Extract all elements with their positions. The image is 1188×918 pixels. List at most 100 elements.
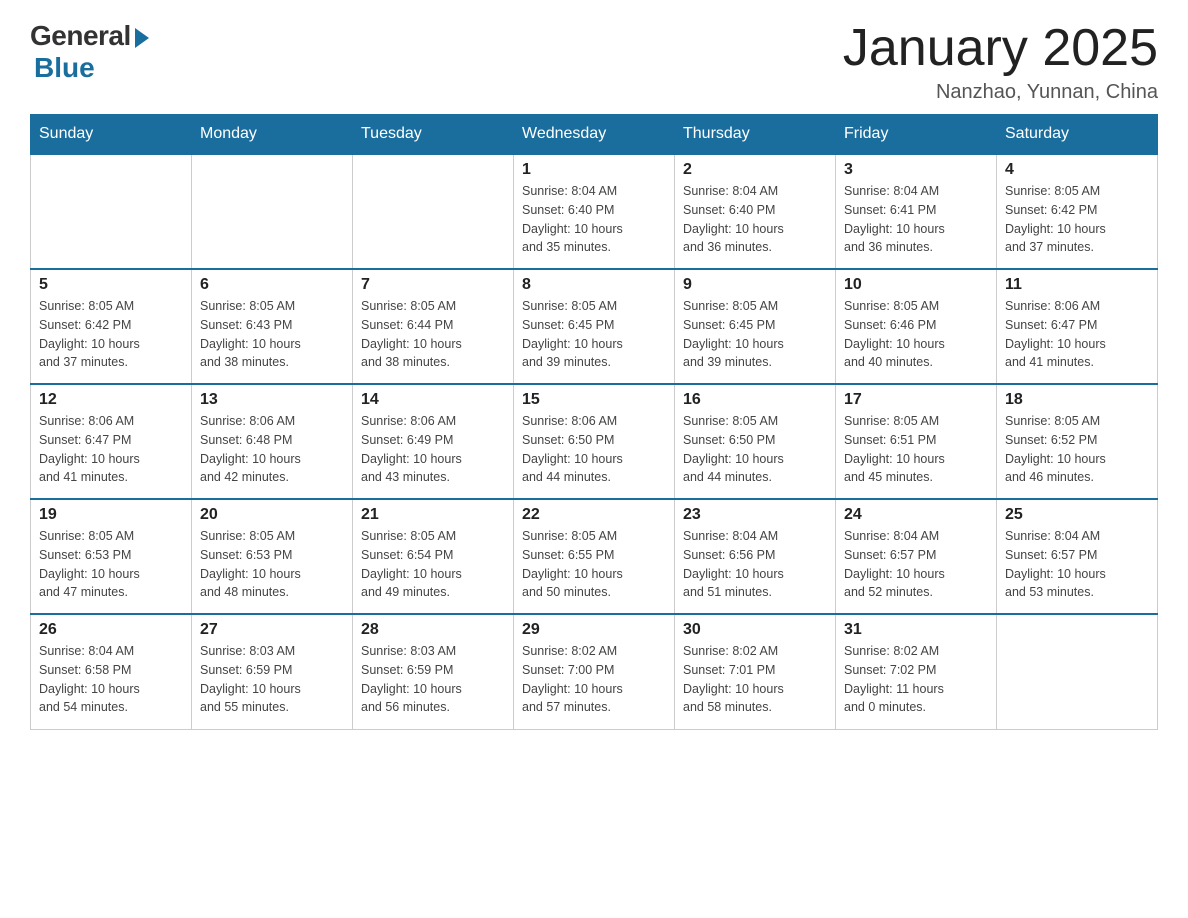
- day-number: 31: [844, 621, 988, 639]
- title-section: January 2025 Nanzhao, Yunnan, China: [843, 20, 1158, 104]
- logo-general-text: General: [30, 20, 131, 52]
- logo-arrow-icon: [135, 28, 149, 48]
- day-number: 5: [39, 276, 183, 294]
- calendar-cell: 7 Sunrise: 8:05 AM Sunset: 6:44 PM Daylig…: [353, 269, 514, 384]
- day-number: 24: [844, 506, 988, 524]
- calendar-cell: 4 Sunrise: 8:05 AM Sunset: 6:42 PM Daylig…: [997, 154, 1158, 269]
- day-number: 9: [683, 276, 827, 294]
- calendar-cell: 11Sunrise: 8:06 AM Sunset: 6:47 PM Dayli…: [997, 269, 1158, 384]
- weekday-header-friday: Friday: [836, 115, 997, 155]
- day-info: Sunrise: 8:04 AM Sunset: 6:57 PM Dayligh…: [1005, 527, 1149, 602]
- logo-blue-text: Blue: [34, 52, 95, 84]
- calendar-cell: [192, 154, 353, 269]
- day-number: 16: [683, 391, 827, 409]
- calendar-cell: 14 Sunrise: 8:06 AM Sunset: 6:49 PM Dayli…: [353, 384, 514, 499]
- calendar-cell: 26 Sunrise: 8:04 AM Sunset: 6:58 PM Dayli…: [31, 614, 192, 729]
- day-number: 18: [1005, 391, 1149, 409]
- day-number: 26: [39, 621, 183, 639]
- day-info: Sunrise: 8:05 AM Sunset: 6:43 PM Dayligh…: [200, 297, 344, 372]
- calendar-header-row: SundayMondayTuesdayWednesdayThursdayFrid…: [31, 115, 1158, 155]
- day-number: 22: [522, 506, 666, 524]
- day-info: Sunrise: 8:05 AM Sunset: 6:52 PM Dayligh…: [1005, 412, 1149, 487]
- day-info: Sunrise: 8:06 AM Sunset: 6:47 PM Dayligh…: [39, 412, 183, 487]
- calendar-cell: 8Sunrise: 8:05 AM Sunset: 6:45 PM Daylig…: [514, 269, 675, 384]
- day-number: 6: [200, 276, 344, 294]
- day-info: Sunrise: 8:04 AM Sunset: 6:56 PM Dayligh…: [683, 527, 827, 602]
- calendar-cell: 12 Sunrise: 8:06 AM Sunset: 6:47 PM Dayli…: [31, 384, 192, 499]
- day-number: 2: [683, 161, 827, 179]
- day-info: Sunrise: 8:04 AM Sunset: 6:41 PM Dayligh…: [844, 182, 988, 257]
- calendar-cell: 24 Sunrise: 8:04 AM Sunset: 6:57 PM Dayli…: [836, 499, 997, 614]
- calendar-cell: 22 Sunrise: 8:05 AM Sunset: 6:55 PM Dayli…: [514, 499, 675, 614]
- calendar-cell: 9 Sunrise: 8:05 AM Sunset: 6:45 PM Daylig…: [675, 269, 836, 384]
- day-info: Sunrise: 8:02 AM Sunset: 7:00 PM Dayligh…: [522, 642, 666, 717]
- calendar-cell: 19Sunrise: 8:05 AM Sunset: 6:53 PM Dayli…: [31, 499, 192, 614]
- day-number: 13: [200, 391, 344, 409]
- calendar-cell: 20 Sunrise: 8:05 AM Sunset: 6:53 PM Dayli…: [192, 499, 353, 614]
- calendar-cell: 27 Sunrise: 8:03 AM Sunset: 6:59 PM Dayli…: [192, 614, 353, 729]
- day-info: Sunrise: 8:04 AM Sunset: 6:58 PM Dayligh…: [39, 642, 183, 717]
- weekday-header-thursday: Thursday: [675, 115, 836, 155]
- day-number: 10: [844, 276, 988, 294]
- day-info: Sunrise: 8:05 AM Sunset: 6:44 PM Dayligh…: [361, 297, 505, 372]
- day-info: Sunrise: 8:05 AM Sunset: 6:45 PM Dayligh…: [683, 297, 827, 372]
- day-info: Sunrise: 8:05 AM Sunset: 6:53 PM Dayligh…: [200, 527, 344, 602]
- day-info: Sunrise: 8:05 AM Sunset: 6:46 PM Dayligh…: [844, 297, 988, 372]
- calendar-cell: 23 Sunrise: 8:04 AM Sunset: 6:56 PM Dayli…: [675, 499, 836, 614]
- day-number: 8: [522, 276, 666, 294]
- calendar-cell: 13 Sunrise: 8:06 AM Sunset: 6:48 PM Dayli…: [192, 384, 353, 499]
- day-info: Sunrise: 8:05 AM Sunset: 6:54 PM Dayligh…: [361, 527, 505, 602]
- day-number: 7: [361, 276, 505, 294]
- day-info: Sunrise: 8:06 AM Sunset: 6:50 PM Dayligh…: [522, 412, 666, 487]
- calendar-cell: 21Sunrise: 8:05 AM Sunset: 6:54 PM Dayli…: [353, 499, 514, 614]
- calendar-week-row: 26 Sunrise: 8:04 AM Sunset: 6:58 PM Dayli…: [31, 614, 1158, 729]
- weekday-header-monday: Monday: [192, 115, 353, 155]
- calendar-cell: 25Sunrise: 8:04 AM Sunset: 6:57 PM Dayli…: [997, 499, 1158, 614]
- calendar-cell: 2 Sunrise: 8:04 AM Sunset: 6:40 PM Daylig…: [675, 154, 836, 269]
- calendar-cell: 15Sunrise: 8:06 AM Sunset: 6:50 PM Dayli…: [514, 384, 675, 499]
- day-number: 4: [1005, 161, 1149, 179]
- page-header: General Blue January 2025 Nanzhao, Yunna…: [30, 20, 1158, 104]
- calendar-week-row: 5 Sunrise: 8:05 AM Sunset: 6:42 PM Daylig…: [31, 269, 1158, 384]
- day-number: 14: [361, 391, 505, 409]
- day-info: Sunrise: 8:06 AM Sunset: 6:48 PM Dayligh…: [200, 412, 344, 487]
- day-info: Sunrise: 8:04 AM Sunset: 6:57 PM Dayligh…: [844, 527, 988, 602]
- calendar-cell: [353, 154, 514, 269]
- day-info: Sunrise: 8:02 AM Sunset: 7:01 PM Dayligh…: [683, 642, 827, 717]
- calendar-table: SundayMondayTuesdayWednesdayThursdayFrid…: [30, 114, 1158, 730]
- weekday-header-wednesday: Wednesday: [514, 115, 675, 155]
- calendar-cell: 29 Sunrise: 8:02 AM Sunset: 7:00 PM Dayli…: [514, 614, 675, 729]
- weekday-header-saturday: Saturday: [997, 115, 1158, 155]
- day-info: Sunrise: 8:05 AM Sunset: 6:55 PM Dayligh…: [522, 527, 666, 602]
- weekday-header-sunday: Sunday: [31, 115, 192, 155]
- day-number: 1: [522, 161, 666, 179]
- day-info: Sunrise: 8:03 AM Sunset: 6:59 PM Dayligh…: [200, 642, 344, 717]
- calendar-cell: 1 Sunrise: 8:04 AM Sunset: 6:40 PM Daylig…: [514, 154, 675, 269]
- calendar-cell: 28Sunrise: 8:03 AM Sunset: 6:59 PM Dayli…: [353, 614, 514, 729]
- day-info: Sunrise: 8:04 AM Sunset: 6:40 PM Dayligh…: [683, 182, 827, 257]
- day-number: 3: [844, 161, 988, 179]
- day-number: 20: [200, 506, 344, 524]
- day-number: 12: [39, 391, 183, 409]
- day-info: Sunrise: 8:04 AM Sunset: 6:40 PM Dayligh…: [522, 182, 666, 257]
- day-number: 23: [683, 506, 827, 524]
- calendar-cell: 30Sunrise: 8:02 AM Sunset: 7:01 PM Dayli…: [675, 614, 836, 729]
- location: Nanzhao, Yunnan, China: [843, 81, 1158, 104]
- logo: General Blue: [30, 20, 149, 84]
- day-info: Sunrise: 8:06 AM Sunset: 6:49 PM Dayligh…: [361, 412, 505, 487]
- day-number: 17: [844, 391, 988, 409]
- day-info: Sunrise: 8:05 AM Sunset: 6:51 PM Dayligh…: [844, 412, 988, 487]
- calendar-cell: [997, 614, 1158, 729]
- day-number: 29: [522, 621, 666, 639]
- day-info: Sunrise: 8:05 AM Sunset: 6:42 PM Dayligh…: [39, 297, 183, 372]
- calendar-cell: 10 Sunrise: 8:05 AM Sunset: 6:46 PM Dayli…: [836, 269, 997, 384]
- day-info: Sunrise: 8:05 AM Sunset: 6:42 PM Dayligh…: [1005, 182, 1149, 257]
- day-info: Sunrise: 8:02 AM Sunset: 7:02 PM Dayligh…: [844, 642, 988, 717]
- weekday-header-tuesday: Tuesday: [353, 115, 514, 155]
- calendar-week-row: 12 Sunrise: 8:06 AM Sunset: 6:47 PM Dayli…: [31, 384, 1158, 499]
- calendar-cell: 16Sunrise: 8:05 AM Sunset: 6:50 PM Dayli…: [675, 384, 836, 499]
- day-number: 27: [200, 621, 344, 639]
- calendar-week-row: 1 Sunrise: 8:04 AM Sunset: 6:40 PM Daylig…: [31, 154, 1158, 269]
- day-number: 11: [1005, 276, 1149, 294]
- day-number: 28: [361, 621, 505, 639]
